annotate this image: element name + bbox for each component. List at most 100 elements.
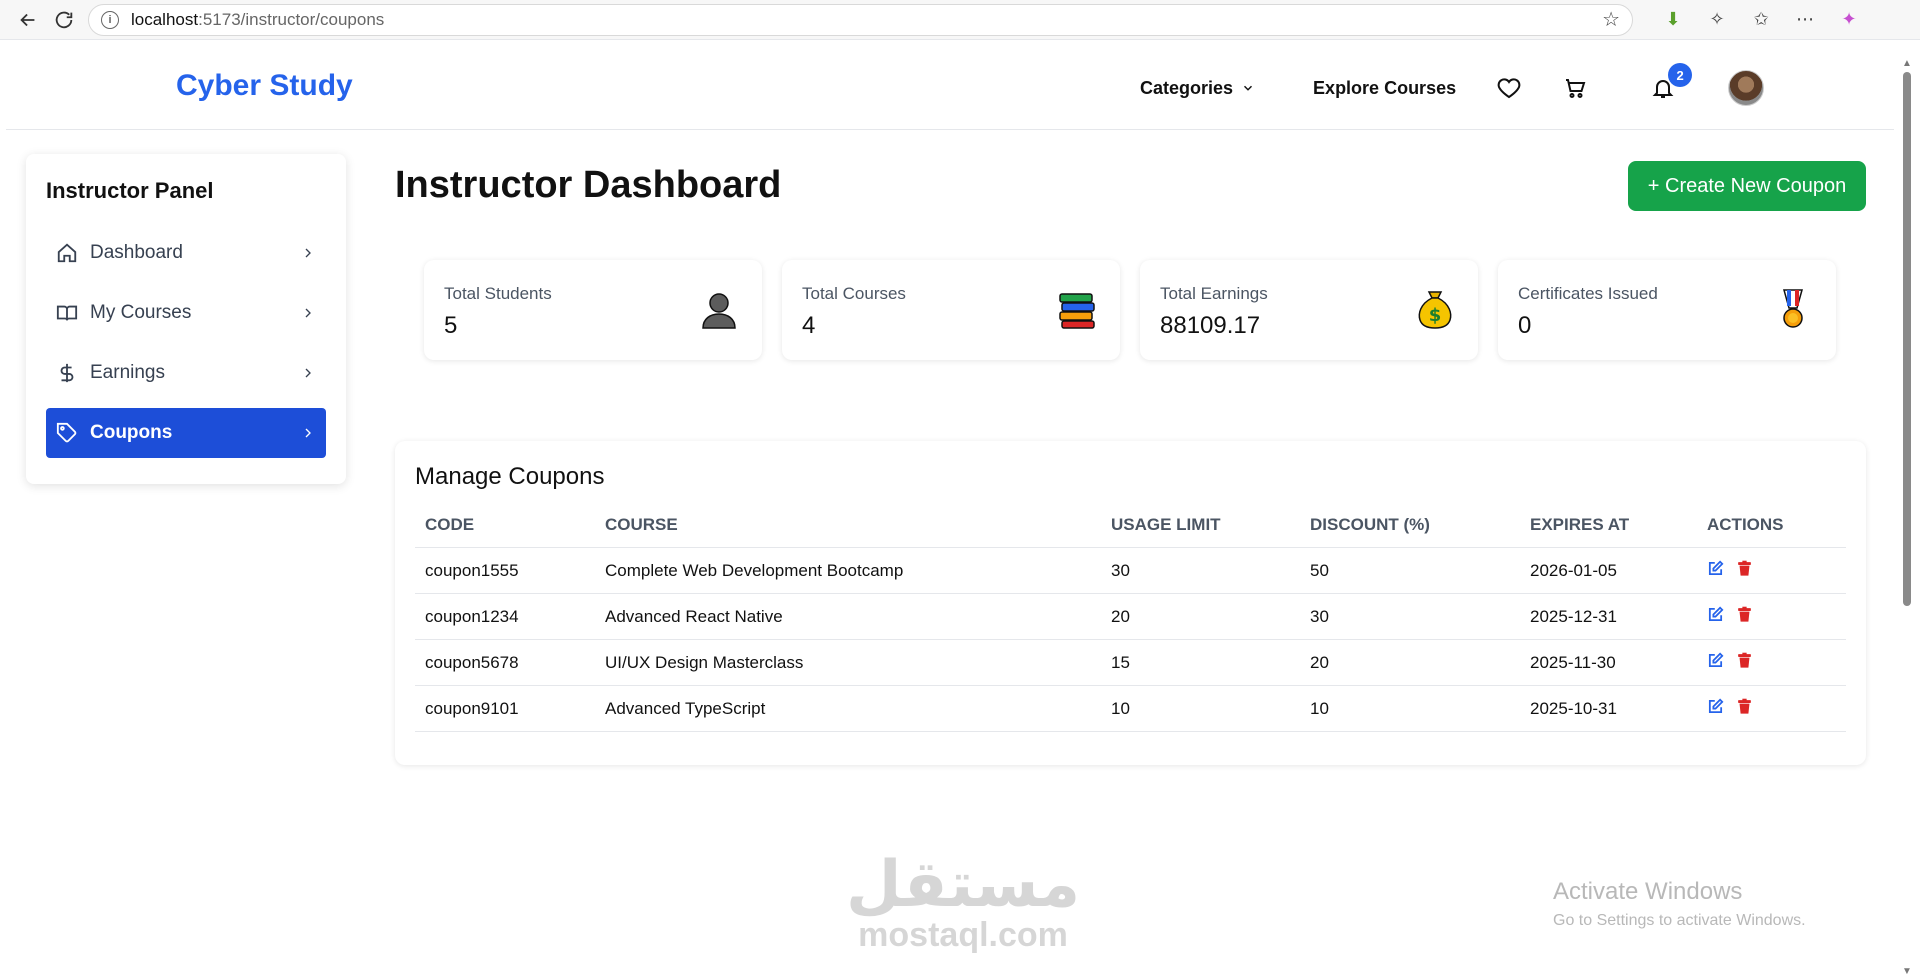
url-path: :5173/instructor/coupons (198, 9, 385, 29)
cell-expires: 2025-12-31 (1520, 593, 1697, 640)
table-row: coupon1234 Advanced React Native 20 30 2… (415, 593, 1846, 640)
cell-usage-limit: 10 (1101, 685, 1300, 732)
cell-usage-limit: 20 (1101, 593, 1300, 640)
cell-actions (1697, 639, 1846, 686)
cell-expires: 2025-11-30 (1520, 639, 1697, 686)
site-info-icon[interactable]: i (101, 10, 119, 29)
page-scrollbar[interactable]: ▲ ▼ (1902, 58, 1912, 978)
cell-code: coupon1555 (415, 547, 595, 594)
edit-coupon-button[interactable] (1707, 606, 1724, 628)
cell-course: Complete Web Development Bootcamp (595, 547, 1101, 594)
activate-subtitle: Go to Settings to activate Windows. (1553, 912, 1806, 929)
book-icon (56, 305, 78, 321)
edit-icon (1708, 606, 1724, 621)
address-bar[interactable]: i localhost:5173/instructor/coupons ☆ (88, 3, 1633, 36)
instructor-sidebar: Instructor Panel Dashboard My Courses Ea… (26, 154, 346, 484)
trash-icon (1738, 698, 1751, 714)
edit-coupon-button[interactable] (1707, 652, 1724, 674)
url-host: localhost (131, 9, 199, 29)
extensions-icon[interactable]: ✧ (1705, 8, 1729, 32)
stat-card-earnings: Total Earnings 88109.17 $ (1140, 260, 1478, 360)
cell-usage-limit: 30 (1101, 547, 1300, 594)
scroll-down-icon[interactable]: ▼ (1902, 966, 1912, 978)
sidebar-item-label: My Courses (90, 302, 192, 323)
delete-coupon-button[interactable] (1736, 698, 1753, 720)
cell-course: Advanced React Native (595, 593, 1101, 640)
delete-coupon-button[interactable] (1736, 606, 1753, 628)
cell-usage-limit: 15 (1101, 639, 1300, 686)
sidebar-item-coupons[interactable]: Coupons (46, 408, 326, 458)
svg-text:$: $ (1429, 305, 1442, 326)
money-bag-icon: $ (1418, 291, 1452, 329)
wishlist-button[interactable] (1496, 75, 1522, 101)
coupons-table: CODE COURSE USAGE LIMIT DISCOUNT (%) EXP… (415, 515, 1846, 732)
app-header: Cyber Study Categories Explore Courses 2 (6, 46, 1894, 130)
page-title: Instructor Dashboard (395, 164, 782, 206)
chevron-right-icon (305, 428, 311, 438)
delete-coupon-button[interactable] (1736, 652, 1753, 674)
explore-courses-link[interactable]: Explore Courses (1313, 78, 1456, 99)
notification-badge: 2 (1668, 63, 1693, 87)
cell-discount: 30 (1300, 593, 1520, 640)
scrollbar-thumb[interactable] (1903, 72, 1911, 606)
cell-discount: 10 (1300, 685, 1520, 732)
activate-title: Activate Windows (1553, 878, 1743, 905)
column-header-code: CODE (415, 515, 595, 548)
categories-label: Categories (1140, 77, 1234, 98)
user-avatar[interactable] (1728, 70, 1765, 106)
trash-icon (1738, 606, 1751, 622)
home-icon (57, 243, 77, 263)
person-icon (702, 293, 736, 329)
dollar-icon (60, 363, 74, 383)
sidebar-item-earnings[interactable]: Earnings (46, 348, 326, 398)
delete-coupon-button[interactable] (1736, 560, 1753, 582)
chevron-right-icon (305, 308, 311, 318)
sidebar-title: Instructor Panel (46, 178, 214, 203)
cell-actions (1697, 685, 1846, 732)
cell-code: coupon5678 (415, 639, 595, 686)
edit-coupon-button[interactable] (1707, 560, 1724, 582)
browser-extensions: ⬇ ✧ ✩ ⋯ ✦ (1661, 8, 1861, 32)
copilot-icon[interactable]: ✦ (1837, 8, 1861, 32)
notifications-button[interactable]: 2 (1650, 63, 1693, 101)
cart-button[interactable] (1562, 75, 1588, 101)
create-coupon-button[interactable]: + Create New Coupon (1628, 161, 1866, 211)
manage-coupons-card: Manage Coupons CODE COURSE USAGE LIMIT D… (395, 441, 1866, 765)
bookmark-star-icon[interactable]: ☆ (1602, 7, 1620, 32)
back-button[interactable] (10, 2, 46, 38)
sidebar-item-dashboard[interactable]: Dashboard (46, 228, 326, 278)
categories-dropdown[interactable]: Categories (1140, 78, 1255, 99)
edit-coupon-button[interactable] (1707, 698, 1724, 720)
cart-icon (1566, 79, 1586, 98)
column-header-course: COURSE (595, 515, 1101, 548)
more-menu-icon[interactable]: ⋯ (1793, 8, 1817, 32)
favorites-icon[interactable]: ✩ (1749, 8, 1773, 32)
watermark-latin: mostaql.com (858, 916, 1068, 954)
cell-discount: 20 (1300, 639, 1520, 686)
sidebar-item-my-courses[interactable]: My Courses (46, 288, 326, 338)
cell-discount: 50 (1300, 547, 1520, 594)
reload-button[interactable] (46, 2, 82, 38)
stat-card-certificates: Certificates Issued 0 (1498, 260, 1836, 360)
books-icon (1059, 293, 1095, 329)
chevron-down-icon (1244, 85, 1253, 91)
arrow-left-icon (20, 13, 35, 26)
tag-icon (56, 422, 77, 443)
cell-course: UI/UX Design Masterclass (595, 639, 1101, 686)
column-header-discount: DISCOUNT (%) (1300, 515, 1520, 548)
trash-icon (1738, 652, 1751, 668)
heart-icon (1497, 78, 1521, 99)
stat-card-students: Total Students 5 (424, 260, 762, 360)
site-logo[interactable]: Cyber Study (176, 69, 353, 103)
cell-actions (1697, 547, 1846, 594)
table-row: coupon5678 UI/UX Design Masterclass 15 2… (415, 639, 1846, 686)
column-header-usage-limit: USAGE LIMIT (1101, 515, 1300, 548)
mostaql-watermark: مستقل mostaql.com (846, 852, 1080, 955)
reload-icon (55, 11, 73, 28)
cell-actions (1697, 593, 1846, 640)
scroll-up-icon[interactable]: ▲ (1902, 58, 1912, 70)
column-header-actions: ACTIONS (1697, 515, 1846, 548)
activate-windows-notice: Activate Windows Go to Settings to activ… (1553, 878, 1806, 930)
cell-expires: 2026-01-05 (1520, 547, 1697, 594)
download-icon[interactable]: ⬇ (1661, 8, 1685, 32)
